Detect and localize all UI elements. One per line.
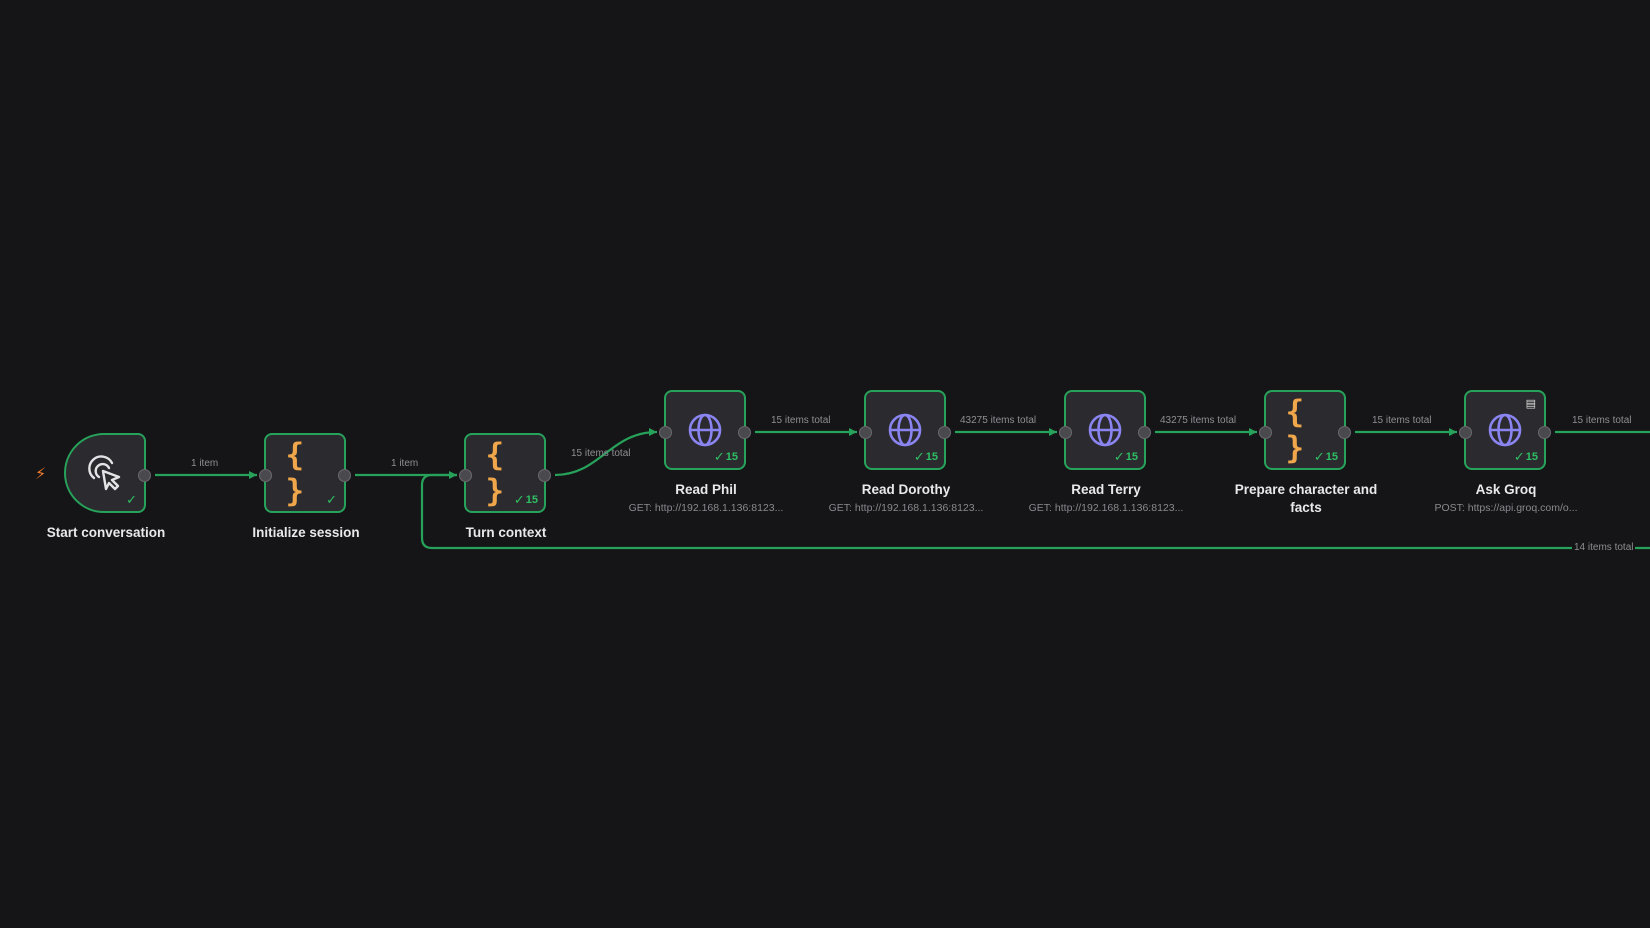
globe-icon (1486, 411, 1524, 449)
node-start-conversation[interactable]: ✓ (64, 433, 151, 513)
node-initialize-session[interactable]: { } ✓ (259, 433, 351, 513)
output-handle[interactable] (1138, 426, 1151, 439)
output-handle[interactable] (538, 469, 551, 482)
globe-icon (1086, 411, 1124, 449)
output-handle[interactable] (338, 469, 351, 482)
output-handle[interactable] (938, 426, 951, 439)
workflow-canvas (155, 428, 1650, 550)
output-handle[interactable] (1538, 426, 1551, 439)
edge-label-loop-back: 14 items total (1572, 542, 1636, 553)
edge-label-turn-phil: 15 items total (571, 448, 631, 459)
edge-label-init-turn: 1 item (391, 458, 419, 469)
edge-label-prepare-groq: 15 items total (1372, 415, 1432, 426)
arrowhead (1249, 428, 1257, 436)
globe-icon (886, 411, 924, 449)
node-label: Read Dorothy (861, 482, 951, 497)
node-label: Turn context (465, 525, 547, 540)
input-handle[interactable] (259, 469, 272, 482)
success-check-badge: ✓ 15 (1513, 449, 1538, 464)
node-ask-groq[interactable]: ▤ ✓ 15 (1459, 390, 1551, 470)
input-handle[interactable] (659, 426, 672, 439)
node-subtitle: POST: https://api.groq.com/o... (1434, 502, 1578, 514)
success-check-badge: ✓ 15 (513, 492, 538, 507)
node-subtitle: GET: http://192.168.1.136:8123... (628, 502, 784, 514)
edge-label-dorothy-terry: 43275 items total (960, 415, 1037, 426)
node-subtitle: GET: http://192.168.1.136:8123... (828, 502, 984, 514)
success-check-badge: ✓ 15 (913, 449, 938, 464)
edge-label-groq-out: 15 items total (1572, 415, 1632, 426)
node-read-terry[interactable]: ✓ 15 (1059, 390, 1151, 470)
output-handle[interactable] (1338, 426, 1351, 439)
cursor-click-icon (85, 453, 125, 493)
success-check-badge: ✓ 15 (713, 449, 738, 464)
arrowhead (249, 471, 257, 479)
input-handle[interactable] (859, 426, 872, 439)
node-label: Start conversation (46, 525, 166, 540)
arrowhead (1049, 428, 1057, 436)
edge-label-terry-prepare: 43275 items total (1160, 415, 1237, 426)
node-label: Initialize session (252, 525, 360, 540)
arrowhead (649, 428, 657, 436)
node-label: Prepare character and facts (1234, 482, 1378, 515)
arrowhead (1449, 428, 1457, 436)
trigger-bolt-icon: ⚡ (35, 466, 47, 483)
node-turn-context[interactable]: { } ✓ 15 (459, 433, 551, 513)
input-handle[interactable] (1059, 426, 1072, 439)
note-icon: ▤ (1525, 398, 1536, 410)
node-label: Read Phil (675, 482, 737, 497)
node-label: Read Terry (1071, 482, 1141, 497)
globe-icon (686, 411, 724, 449)
arrowhead (849, 428, 857, 436)
arrowhead (449, 471, 457, 479)
code-braces-icon: { } (285, 437, 307, 509)
success-check-badge: ✓ (326, 492, 337, 507)
node-subtitle: GET: http://192.168.1.136:8123... (1028, 502, 1184, 514)
edge-label-start-init: 1 item (191, 458, 219, 469)
edge-label-phil-dorothy: 15 items total (771, 415, 831, 426)
success-check-badge: ✓ (126, 492, 137, 507)
node-label: Ask Groq (1475, 482, 1537, 497)
output-handle[interactable] (138, 469, 151, 482)
input-handle[interactable] (1259, 426, 1272, 439)
input-handle[interactable] (459, 469, 472, 482)
node-read-phil[interactable]: ✓ 15 (659, 390, 751, 470)
node-prepare-character-and-facts[interactable]: { } ✓ 15 (1259, 390, 1351, 470)
success-check-badge: ✓ 15 (1113, 449, 1138, 464)
input-handle[interactable] (1459, 426, 1472, 439)
node-read-dorothy[interactable]: ✓ 15 (859, 390, 951, 470)
output-handle[interactable] (738, 426, 751, 439)
success-check-badge: ✓ 15 (1313, 449, 1338, 464)
